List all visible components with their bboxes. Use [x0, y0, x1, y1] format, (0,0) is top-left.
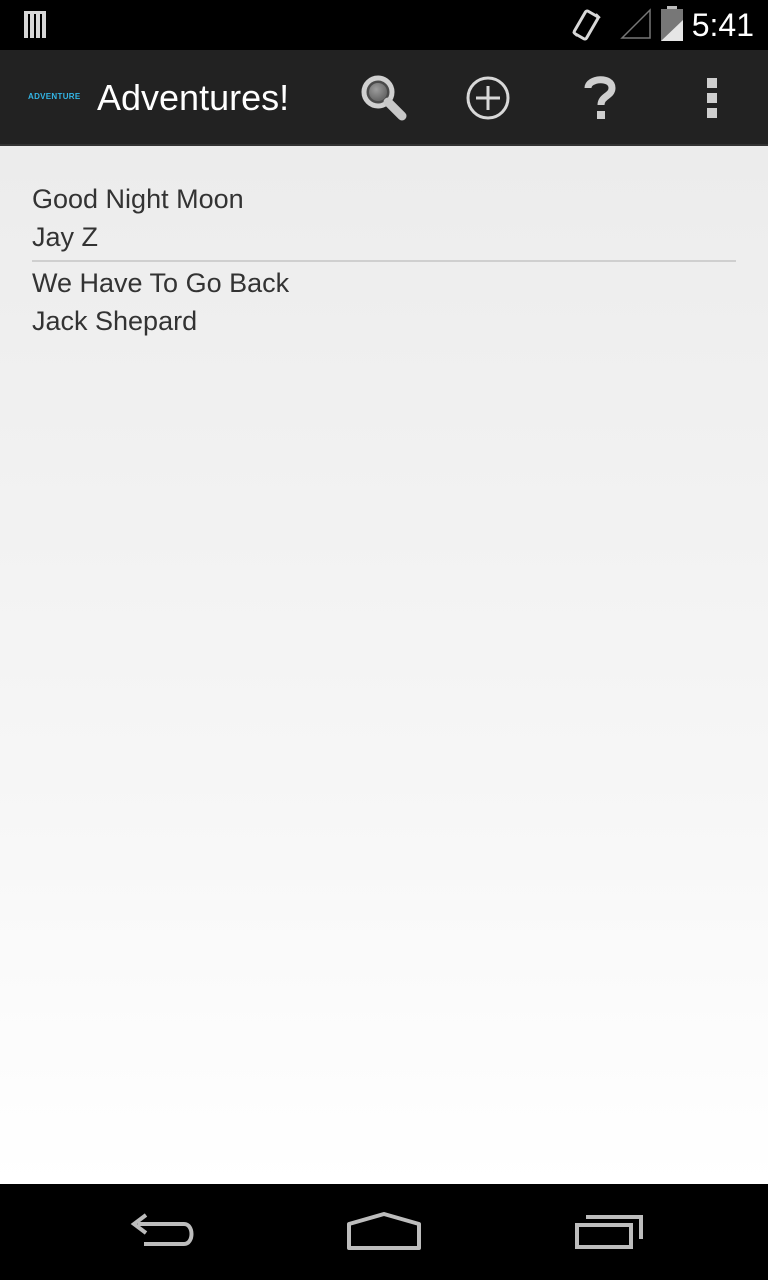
list-item[interactable]: We Have To Go Back Jack Shepard: [32, 260, 736, 344]
list-item[interactable]: Good Night Moon Jay Z: [32, 178, 736, 260]
item-subtitle: Jay Z: [32, 222, 99, 252]
app-title: Adventures!: [97, 77, 290, 118]
action-bar: ADVENTURE Adventures!: [0, 50, 768, 146]
help-button[interactable]: [552, 50, 648, 146]
app-logo[interactable]: ADVENTURE: [28, 92, 80, 101]
navigation-bar: [0, 1184, 768, 1280]
signal-icon: [620, 8, 651, 39]
vibrate-icon: [572, 9, 601, 41]
add-button[interactable]: [440, 50, 536, 146]
back-button[interactable]: [80, 1184, 240, 1280]
recents-button[interactable]: [530, 1184, 690, 1280]
help-icon: [584, 76, 616, 119]
status-bar: 5:41: [0, 0, 768, 50]
search-button[interactable]: [336, 50, 432, 146]
clock: 5:41: [691, 7, 754, 43]
item-subtitle: Jack Shepard: [32, 306, 198, 336]
add-icon: [466, 76, 510, 120]
item-title: Good Night Moon: [32, 184, 244, 214]
item-title: We Have To Go Back: [32, 268, 290, 298]
content-area: Good Night Moon Jay Z We Have To Go Back…: [0, 146, 768, 1184]
screen: 5:41 ADVENTURE Adventures! Good Night Mo…: [0, 0, 768, 1280]
home-icon: [347, 1212, 421, 1250]
back-icon: [130, 1213, 194, 1246]
recents-icon: [575, 1215, 643, 1249]
overflow-menu-icon: [707, 78, 717, 118]
notification-icon: [24, 11, 46, 38]
overflow-menu-button[interactable]: [664, 50, 760, 146]
adventure-list: Good Night Moon Jay Z We Have To Go Back…: [32, 178, 736, 344]
search-icon: [361, 75, 407, 121]
battery-icon: [661, 6, 683, 41]
home-button[interactable]: [304, 1184, 464, 1280]
